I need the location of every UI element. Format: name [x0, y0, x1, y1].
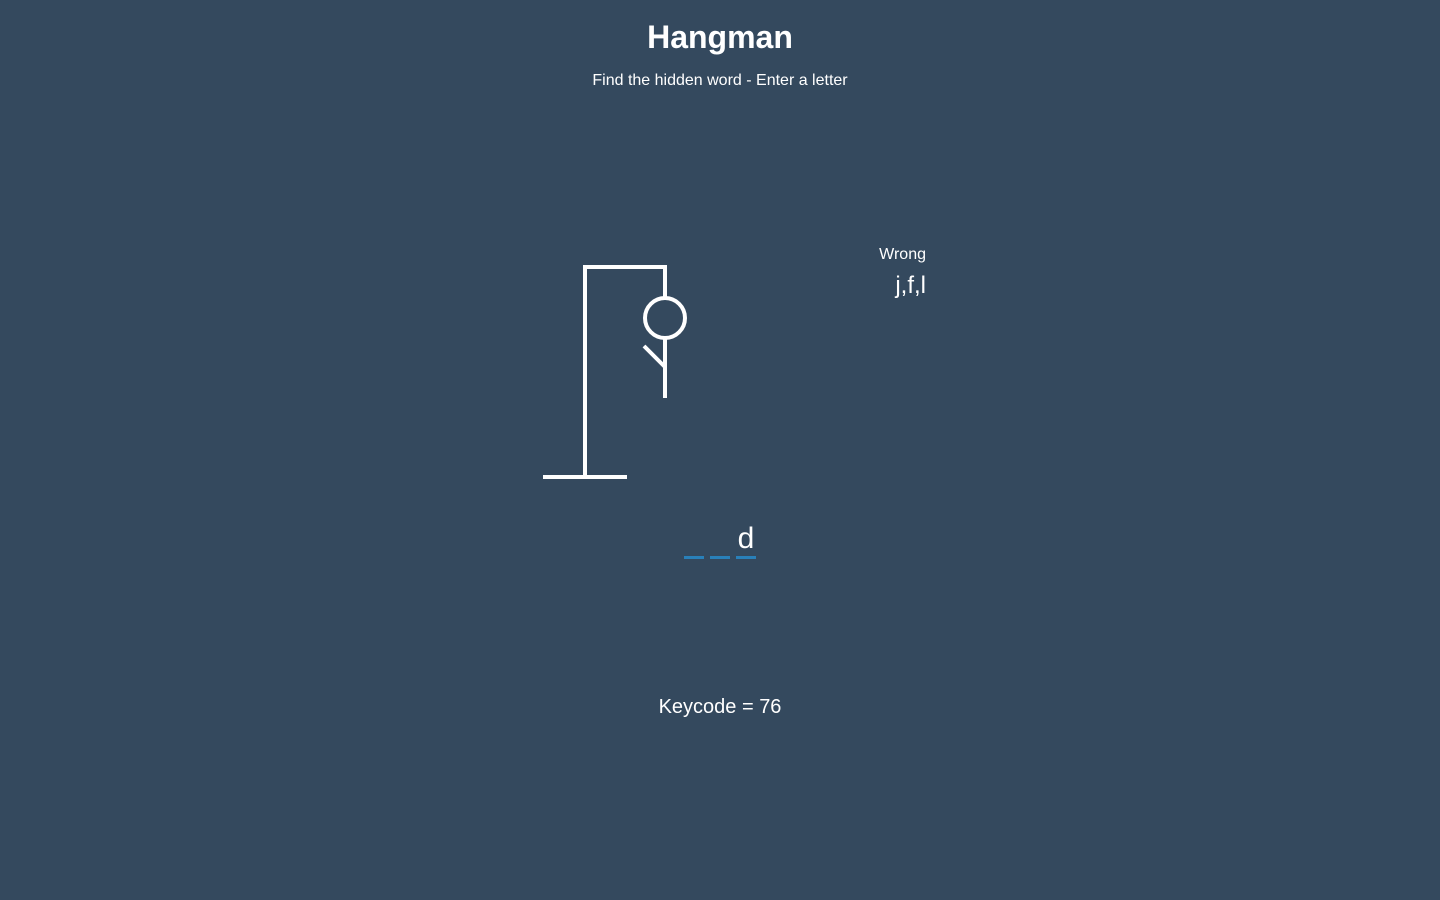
letter-slot: [684, 522, 704, 559]
hangman-head: [643, 296, 687, 340]
keycode-display: Keycode = 76: [0, 696, 1440, 719]
hidden-word: d: [0, 522, 1440, 559]
hangman-figure: [543, 265, 687, 479]
hangman-left-arm: [642, 344, 667, 369]
wrong-label: Wrong: [879, 246, 926, 263]
wrong-letters: j,f,l: [895, 272, 926, 299]
keycode-value: 76: [759, 696, 782, 718]
letter-slot: [710, 522, 730, 559]
letter-slot: d: [736, 522, 756, 559]
wrong-letters-panel: Wrong j,f,l: [826, 246, 926, 300]
keycode-label: Keycode =: [658, 696, 760, 718]
game-page: Hangman Find the hidden word - Enter a l…: [0, 0, 1440, 900]
